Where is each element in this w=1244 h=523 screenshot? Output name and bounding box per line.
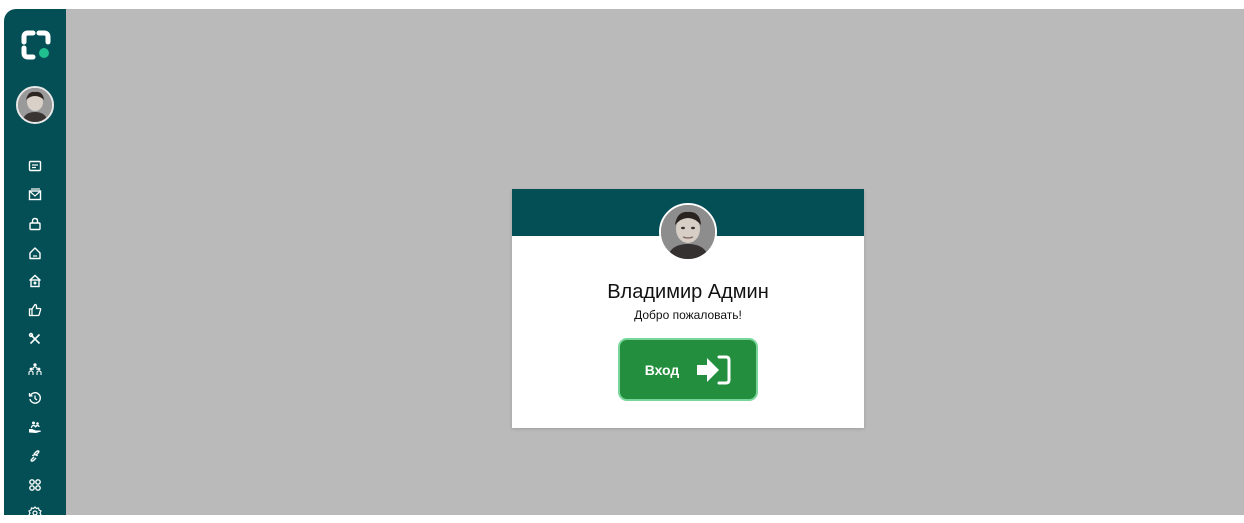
hand-people-icon[interactable]: [25, 417, 45, 437]
login-button[interactable]: Вход: [618, 338, 758, 401]
user-name: Владимир Админ: [607, 281, 769, 303]
mail-send-icon[interactable]: [25, 185, 45, 205]
settings-icon[interactable]: [25, 503, 45, 523]
login-button-label: Вход: [644, 361, 680, 378]
apps-grid-icon[interactable]: [25, 475, 45, 495]
welcome-message: Добро пожаловать!: [634, 308, 742, 322]
user-avatar[interactable]: [16, 86, 54, 124]
sidebar: [4, 9, 66, 520]
thumbs-up-icon[interactable]: [25, 300, 45, 320]
team-icon[interactable]: [25, 359, 45, 379]
bank-home-icon[interactable]: [25, 271, 45, 291]
tools-icon[interactable]: [25, 329, 45, 349]
id-card-icon[interactable]: [25, 156, 45, 176]
card-user-avatar: [659, 203, 717, 261]
history-icon[interactable]: [25, 388, 45, 408]
app-root: Владимир Админ Добро пожаловать! Вход: [0, 0, 1244, 520]
link-icon[interactable]: [25, 446, 45, 466]
home-icon[interactable]: [25, 243, 45, 263]
app-logo-icon[interactable]: [21, 30, 51, 60]
welcome-card: Владимир Админ Добро пожаловать! Вход: [512, 189, 864, 428]
sign-in-icon: [695, 354, 731, 386]
bag-icon[interactable]: [25, 214, 45, 234]
